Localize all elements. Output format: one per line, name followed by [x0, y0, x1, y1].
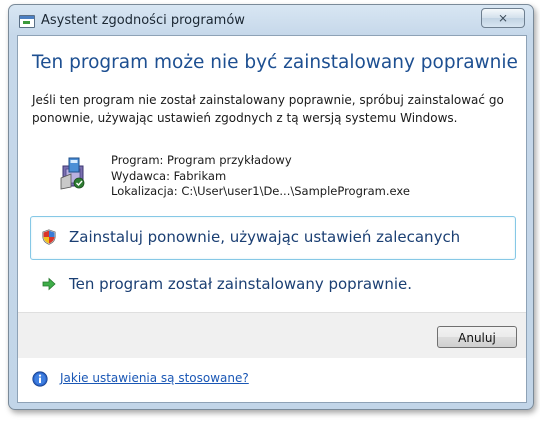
- program-name: Program: Program przykładowy: [111, 153, 292, 167]
- reinstall-recommended-option[interactable]: Zainstaluj ponownie, używając ustawień z…: [30, 216, 516, 260]
- installed-correctly-option[interactable]: Ten program został zainstalowany poprawn…: [30, 263, 516, 307]
- description-text: Jeśli ten program nie został zainstalowa…: [32, 93, 504, 125]
- program-publisher: Wydawca: Fabrikam: [111, 168, 227, 183]
- dialog-content: Ten program może nie być zainstalowany p…: [17, 35, 527, 403]
- installed-correctly-label: Ten program został zainstalowany poprawn…: [69, 275, 412, 293]
- shield-icon: [42, 229, 56, 245]
- cancel-button[interactable]: Anuluj: [437, 326, 517, 348]
- app-window-icon: [19, 15, 35, 28]
- page-title: Ten program może nie być zainstalowany p…: [32, 52, 518, 73]
- green-arrow-icon: [42, 277, 56, 291]
- program-details: Program: Program przykładowy Wydawca: Fa…: [111, 153, 410, 200]
- button-bar: Anuluj: [18, 312, 526, 359]
- compatibility-assistant-window: Asystent zgodności programów ⨯ Ten progr…: [8, 4, 534, 410]
- program-location: Lokalizacja: C:\User\user1\De...\SampleP…: [111, 184, 410, 198]
- reinstall-option-label: Zainstaluj ponownie, używając ustawień z…: [69, 228, 461, 246]
- title-bar[interactable]: Asystent zgodności programów ⨯: [9, 5, 533, 35]
- close-button[interactable]: ⨯: [481, 8, 525, 28]
- help-footer: Jakie ustawienia są stosowane?: [18, 358, 526, 402]
- which-settings-help-link[interactable]: Jakie ustawienia są stosowane?: [60, 371, 249, 385]
- info-icon: [32, 371, 48, 387]
- installer-package-icon: [60, 157, 85, 190]
- window-title: Asystent zgodności programów: [41, 13, 245, 28]
